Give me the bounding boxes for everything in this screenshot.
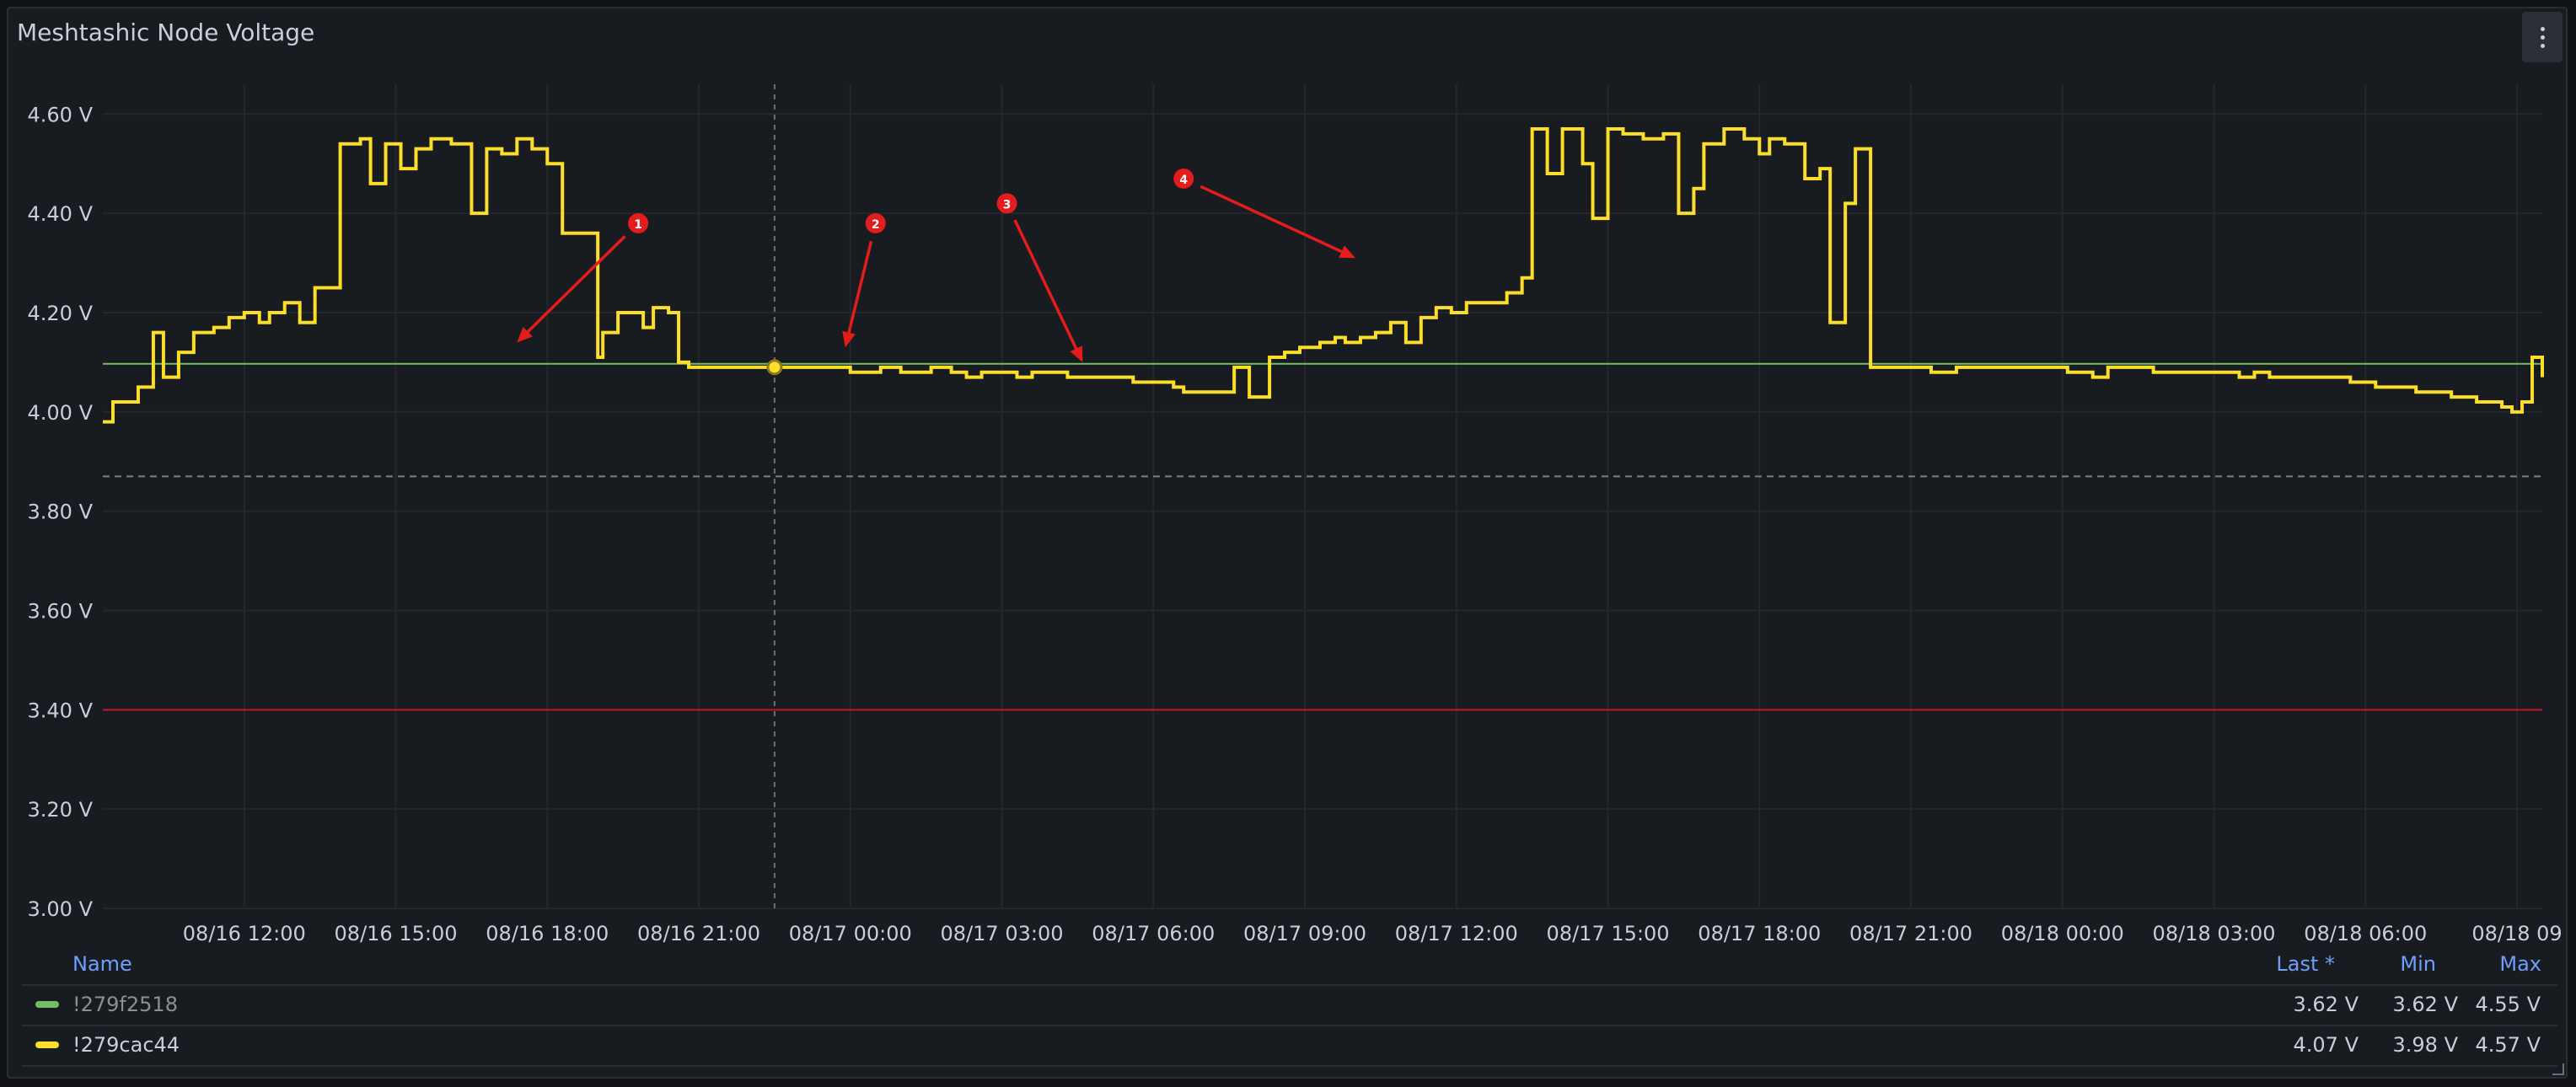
x-tick-label: 08/17 12:00 — [1395, 922, 1518, 944]
x-tick-label: 08/17 09:00 — [1243, 922, 1366, 944]
thresholds — [103, 362, 2542, 711]
y-axis: 4.60 V 4.40 V 4.20 V 4.00 V 3.80 V 3.60 V 3.40… — [28, 103, 94, 921]
hover-point — [766, 359, 783, 376]
annotation-arrow — [1013, 219, 1081, 356]
voltage-chart[interactable]: 4.60 V 4.40 V 4.20 V 4.00 V 3.80 V 3.60 V 3.40… — [0, 0, 2576, 944]
y-tick-label: 4.60 V — [28, 103, 94, 126]
y-tick-label: 3.40 V — [28, 699, 94, 722]
x-tick-label: 08/16 18:00 — [486, 922, 609, 944]
resize-handle-icon[interactable] — [2552, 1063, 2564, 1075]
y-tick-label: 3.00 V — [28, 897, 94, 921]
x-axis: 08/16 12:00 08/16 15:00 08/16 18:00 08/16 2… — [183, 922, 2563, 944]
annotation-label: 2 — [872, 218, 880, 232]
x-tick-label: 08/18 09 — [2471, 922, 2562, 944]
x-tick-label: 08/17 00:00 — [789, 922, 912, 944]
series — [103, 127, 2544, 424]
annotation-arrow — [1199, 185, 1349, 256]
annotations: 1 2 3 4 — [517, 168, 1355, 362]
annotation-label: 4 — [1179, 174, 1188, 187]
y-tick-label: 4.40 V — [28, 202, 94, 226]
x-tick-label: 08/17 03:00 — [941, 922, 1064, 944]
y-tick-label: 4.20 V — [28, 302, 94, 325]
x-tick-label: 08/16 15:00 — [335, 922, 458, 944]
grid — [103, 84, 2542, 909]
x-tick-label: 08/18 06:00 — [2304, 922, 2427, 944]
x-tick-label: 08/16 12:00 — [183, 922, 306, 944]
y-tick-label: 4.00 V — [28, 401, 94, 425]
x-tick-label: 08/17 06:00 — [1092, 922, 1215, 944]
annotation-label: 1 — [634, 218, 642, 232]
x-tick-label: 08/17 21:00 — [1849, 922, 1972, 944]
series-line — [103, 127, 2544, 424]
annotation-arrow — [522, 235, 626, 338]
annotation-arrowhead — [842, 330, 856, 348]
x-tick-label: 08/16 21:00 — [637, 922, 760, 944]
x-tick-label: 08/17 18:00 — [1698, 922, 1821, 944]
y-tick-label: 3.60 V — [28, 600, 94, 624]
x-tick-label: 08/18 00:00 — [2001, 922, 2124, 944]
y-tick-label: 3.80 V — [28, 501, 94, 524]
x-tick-label: 08/17 15:00 — [1547, 922, 1670, 944]
annotation-label: 3 — [1003, 198, 1012, 212]
x-tick-label: 08/18 03:00 — [2153, 922, 2276, 944]
y-tick-label: 3.20 V — [28, 798, 94, 822]
